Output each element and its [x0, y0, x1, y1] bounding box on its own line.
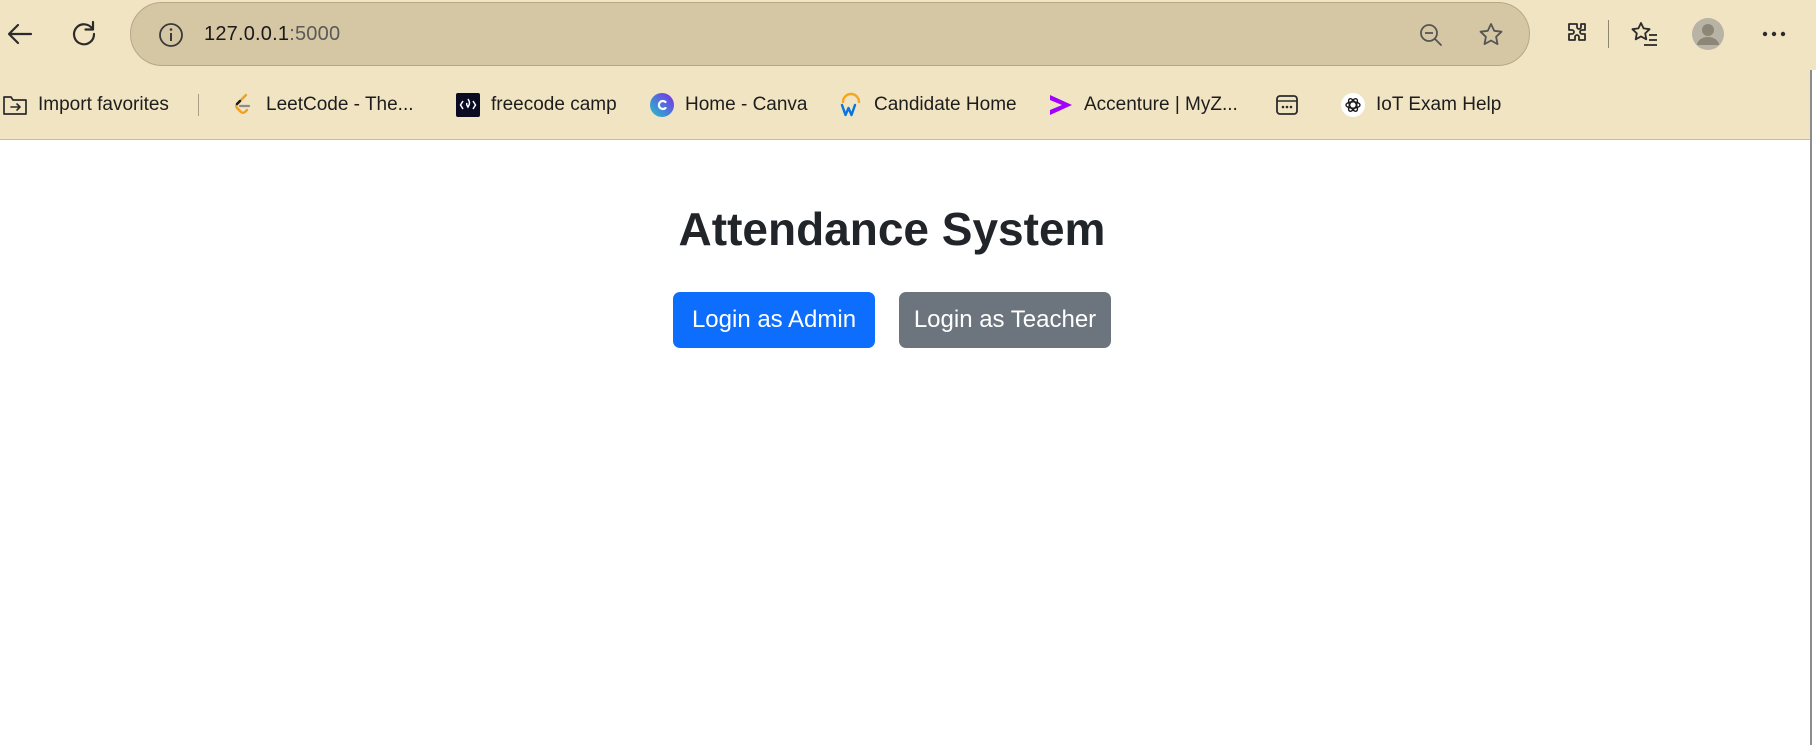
- vertical-scrollbar[interactable]: [1810, 70, 1816, 745]
- folder-import-icon: [2, 92, 28, 118]
- bookmarks-divider: [198, 94, 199, 116]
- page-content: Attendance System Login as Admin Login a…: [0, 141, 1808, 745]
- zoom-out-icon[interactable]: [1411, 15, 1451, 55]
- bookmark-label: Accenture | MyZ...: [1084, 94, 1238, 115]
- toolbar-divider: [1608, 20, 1609, 48]
- site-info-icon[interactable]: [151, 15, 191, 55]
- bookmark-label: LeetCode - The...: [266, 94, 414, 115]
- bookmark-accenture[interactable]: Accenture | MyZ...: [1048, 88, 1238, 122]
- openai-icon: [1340, 92, 1366, 118]
- bookmark-app[interactable]: [1274, 88, 1300, 122]
- favorite-star-icon[interactable]: [1471, 15, 1511, 55]
- bookmark-leetcode[interactable]: LeetCode - The...: [230, 88, 414, 122]
- profile-avatar-icon[interactable]: [1688, 14, 1728, 54]
- workday-icon: [838, 92, 864, 118]
- bookmark-freecodecamp[interactable]: freecode camp: [455, 88, 617, 122]
- leetcode-icon: [230, 92, 256, 118]
- browser-window: 127.0.0.1:5000 Import favorites LeetCode…: [0, 0, 1816, 745]
- bookmark-candidate-home[interactable]: Candidate Home: [838, 88, 1017, 122]
- app-window-icon: [1274, 92, 1300, 118]
- bookmark-label: freecode camp: [491, 94, 617, 115]
- bookmark-import-favorites[interactable]: Import favorites: [2, 88, 169, 122]
- extensions-puzzle-icon[interactable]: [1556, 14, 1596, 54]
- browser-toolbar: 127.0.0.1:5000: [0, 0, 1816, 70]
- bookmarks-bar: Import favorites LeetCode - The... freec…: [0, 70, 1816, 140]
- freecodecamp-icon: [455, 92, 481, 118]
- page-title: Attendance System: [678, 203, 1106, 255]
- url-text[interactable]: 127.0.0.1:5000: [204, 23, 340, 46]
- back-arrow-icon[interactable]: [0, 14, 40, 54]
- bookmark-label: Home - Canva: [685, 94, 808, 115]
- bookmark-label: Candidate Home: [874, 94, 1017, 115]
- more-menu-icon[interactable]: [1754, 14, 1794, 54]
- refresh-icon[interactable]: [64, 14, 104, 54]
- url-host: 127.0.0.1: [204, 23, 290, 45]
- url-port: :5000: [289, 23, 341, 45]
- favorites-list-icon[interactable]: [1624, 14, 1664, 54]
- bookmark-iot-exam-help[interactable]: IoT Exam Help: [1340, 88, 1501, 122]
- bookmark-label: Import favorites: [38, 94, 169, 115]
- canva-icon: [649, 92, 675, 118]
- bookmark-canva[interactable]: Home - Canva: [649, 88, 808, 122]
- accenture-icon: [1048, 92, 1074, 118]
- address-bar[interactable]: 127.0.0.1:5000: [130, 2, 1530, 66]
- login-as-admin-button[interactable]: Login as Admin: [673, 292, 875, 348]
- login-as-teacher-button[interactable]: Login as Teacher: [899, 292, 1111, 348]
- bookmark-label: IoT Exam Help: [1376, 94, 1502, 115]
